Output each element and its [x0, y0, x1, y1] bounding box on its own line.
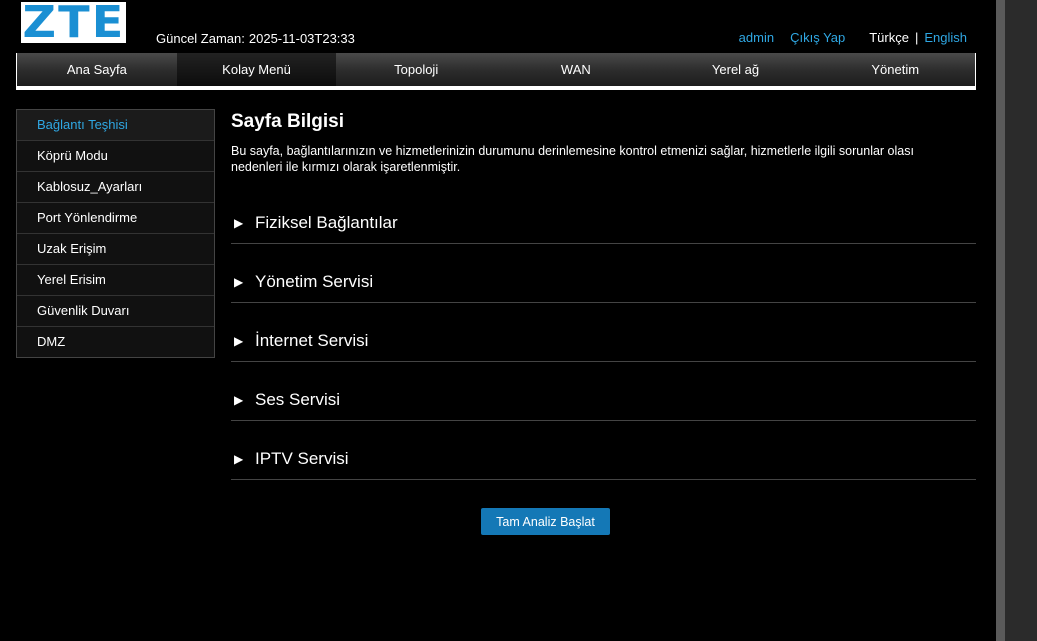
expand-arrow-icon: ▶	[234, 452, 244, 466]
language-english-link[interactable]: English	[924, 30, 967, 45]
sidebar-item-yerel-erisim[interactable]: Yerel Erisim	[17, 265, 214, 296]
section-internet-servisi[interactable]: ▶ İnternet Servisi	[231, 303, 976, 362]
window-edge-panel	[1005, 0, 1037, 641]
sidebar-item-kablosuz-ayarlari[interactable]: Kablosuz_Ayarları	[17, 172, 214, 203]
language-separator: |	[914, 30, 919, 45]
main-nav: Ana Sayfa Kolay Menü Topoloji WAN Yerel …	[17, 53, 975, 86]
page-title: Sayfa Bilgisi	[231, 111, 344, 132]
zte-logo: ZTE	[21, 0, 126, 48]
sidebar-item-baglanti-teshisi[interactable]: Bağlantı Teşhisi	[17, 110, 214, 141]
section-ses-servisi[interactable]: ▶ Ses Servisi	[231, 362, 976, 421]
nav-yerel-ag[interactable]: Yerel ağ	[656, 53, 816, 86]
expand-arrow-icon: ▶	[234, 334, 244, 348]
nav-yonetim[interactable]: Yönetim	[815, 53, 975, 86]
sidebar-item-port-yonlendirme[interactable]: Port Yönlendirme	[17, 203, 214, 234]
main-nav-frame: Ana Sayfa Kolay Menü Topoloji WAN Yerel …	[16, 53, 976, 90]
expand-arrow-icon: ▶	[234, 393, 244, 407]
logout-link[interactable]: Çıkış Yap	[790, 30, 845, 45]
top-links: admin Çıkış Yap Türkçe | English	[739, 30, 967, 45]
admin-link[interactable]: admin	[739, 30, 774, 45]
section-fiziksel-baglantilar[interactable]: ▶ Fiziksel Bağlantılar	[231, 185, 976, 244]
section-title: Ses Servisi	[255, 390, 341, 409]
sidebar-item-guvenlik-duvari[interactable]: Güvenlik Duvarı	[17, 296, 214, 327]
section-iptv-servisi[interactable]: ▶ IPTV Servisi	[231, 421, 976, 480]
nav-topoloji[interactable]: Topoloji	[336, 53, 496, 86]
section-title: Yönetim Servisi	[255, 272, 374, 291]
sidebar-item-uzak-erisim[interactable]: Uzak Erişim	[17, 234, 214, 265]
time-value: 2025-11-03T23:33	[248, 31, 355, 46]
section-title: İnternet Servisi	[255, 331, 369, 350]
expand-arrow-icon: ▶	[234, 275, 244, 289]
language-current: Türkçe	[869, 30, 909, 45]
expand-arrow-icon: ▶	[234, 216, 244, 230]
nav-wan[interactable]: WAN	[496, 53, 656, 86]
current-time: Güncel Zaman: 2025-11-03T23:33	[156, 31, 355, 46]
section-yonetim-servisi[interactable]: ▶ Yönetim Servisi	[231, 244, 976, 303]
sidebar-item-kopru-modu[interactable]: Köprü Modu	[17, 141, 214, 172]
sidebar: Bağlantı Teşhisi Köprü Modu Kablosuz_Aya…	[16, 109, 215, 358]
main-content: Sayfa Bilgisi Bu sayfa, bağlantılarınızı…	[231, 111, 976, 480]
scrollbar-track[interactable]	[996, 0, 1005, 641]
logo-text: ZTE	[22, 0, 125, 48]
time-label: Güncel Zaman:	[156, 31, 245, 46]
diagnostic-sections: ▶ Fiziksel Bağlantılar ▶ Yönetim Servisi…	[231, 185, 976, 480]
sidebar-item-dmz[interactable]: DMZ	[17, 327, 214, 357]
section-title: Fiziksel Bağlantılar	[255, 213, 398, 232]
page-description: Bu sayfa, bağlantılarınızın ve hizmetler…	[231, 144, 914, 174]
nav-ana-sayfa[interactable]: Ana Sayfa	[17, 53, 177, 86]
section-title: IPTV Servisi	[255, 449, 349, 468]
start-full-analysis-button[interactable]: Tam Analiz Başlat	[481, 508, 610, 535]
nav-kolay-menu[interactable]: Kolay Menü	[176, 53, 337, 86]
